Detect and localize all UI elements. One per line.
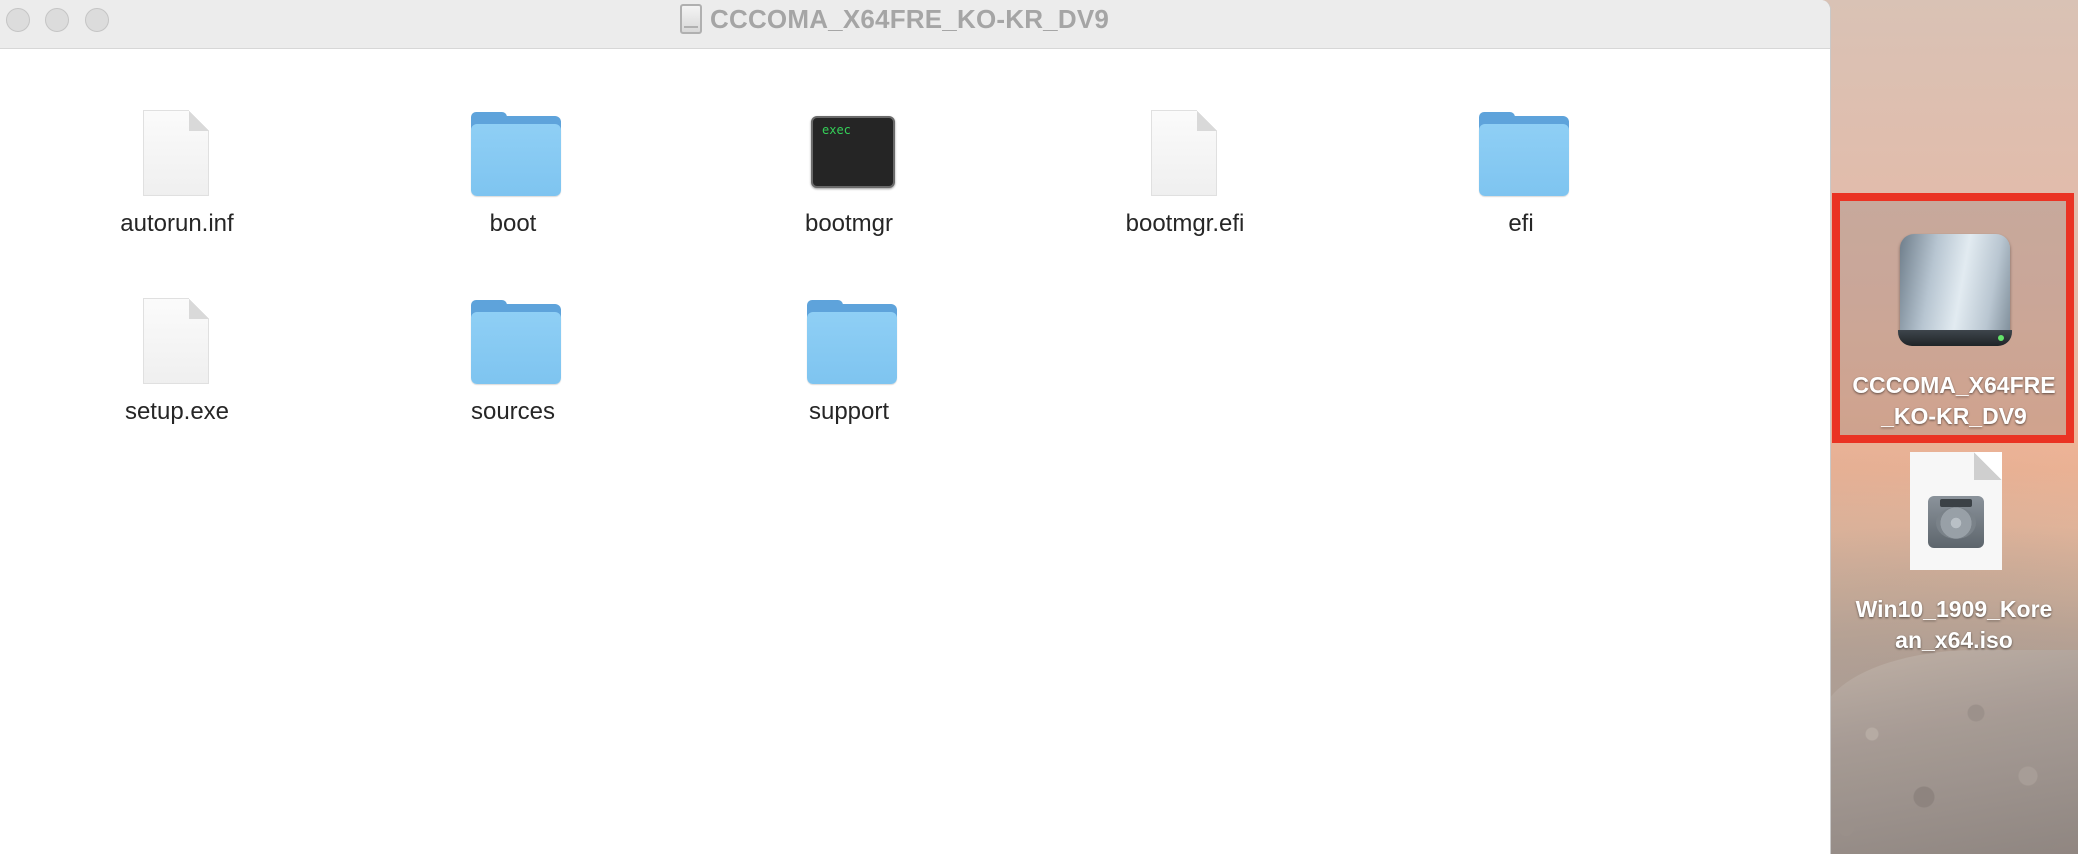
minimize-button[interactable]: [45, 8, 69, 32]
document-icon: [1065, 78, 1305, 196]
drive-label-line2: _KO-KR_DV9: [1881, 403, 2027, 429]
finder-window: CCCOMA_X64FRE_KO-KR_DV9 autorun.inf boot: [0, 0, 1831, 854]
folder-icon: [393, 266, 633, 384]
wallpaper-rock: [1820, 650, 2078, 854]
exec-badge: exec: [822, 123, 851, 137]
file-item-setup-exe[interactable]: setup.exe: [57, 266, 297, 425]
drive-label-line1: CCCOMA_X64FRE: [1852, 372, 2056, 398]
folder-icon: [1401, 78, 1641, 196]
file-item-sources[interactable]: sources: [393, 266, 633, 425]
file-name: autorun.inf: [120, 210, 234, 237]
zoom-button[interactable]: [85, 8, 109, 32]
file-name: bootmgr.efi: [1125, 210, 1245, 237]
file-item-bootmgr-efi[interactable]: bootmgr.efi: [1065, 78, 1305, 237]
file-item-support[interactable]: support: [729, 266, 969, 425]
title-bar[interactable]: CCCOMA_X64FRE_KO-KR_DV9: [0, 0, 1830, 49]
file-name: efi: [1508, 210, 1534, 237]
close-button[interactable]: [6, 8, 30, 32]
folder-icon: [729, 266, 969, 384]
file-item-efi[interactable]: efi: [1401, 78, 1641, 237]
window-title-text: CCCOMA_X64FRE_KO-KR_DV9: [710, 3, 1110, 34]
file-name: boot: [489, 210, 537, 237]
folder-icon: [393, 78, 633, 196]
hard-disk-glyph-top: [1940, 499, 1972, 507]
external-drive-icon[interactable]: [1898, 234, 2012, 350]
file-item-autorun-inf[interactable]: autorun.inf: [57, 78, 297, 237]
file-grid: autorun.inf boot exec bootmgr bootmgr.ef…: [0, 48, 1830, 854]
file-name: support: [808, 398, 890, 425]
file-name: bootmgr: [804, 210, 894, 237]
iso-label-line1: Win10_1909_Kore: [1855, 596, 2053, 622]
screen: CCCOMA_X64FRE_KO-KR_DV9 autorun.inf boot: [0, 0, 2078, 854]
window-title: CCCOMA_X64FRE_KO-KR_DV9: [680, 2, 1109, 36]
iso-label-line2: an_x64.iso: [1895, 627, 2013, 653]
disk-icon: [680, 4, 702, 34]
file-item-boot[interactable]: boot: [393, 78, 633, 237]
hard-disk-glyph-platter: [1936, 507, 1976, 539]
terminal-exec-icon: exec: [729, 78, 969, 188]
document-icon: [57, 78, 297, 196]
document-icon: [57, 266, 297, 384]
file-name: sources: [470, 398, 556, 425]
file-name: setup.exe: [124, 398, 230, 425]
file-item-bootmgr[interactable]: exec bootmgr: [729, 78, 969, 237]
